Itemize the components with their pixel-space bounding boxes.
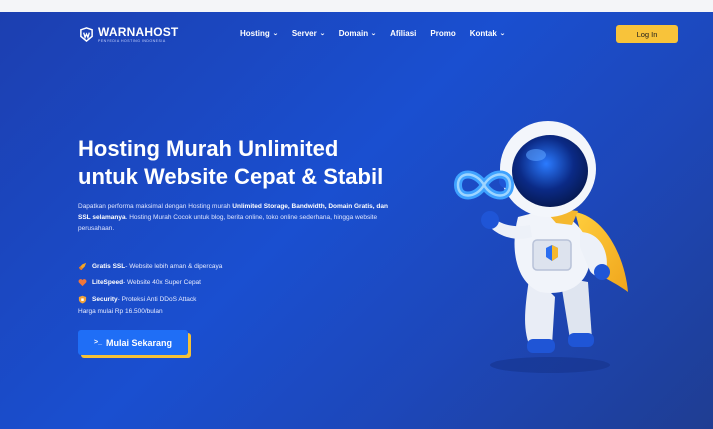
hero-description: Dapatkan performa maksimal dengan Hostin… bbox=[78, 203, 388, 232]
main-menu: Hosting ⌄ Server ⌄ Domain ⌄ Afiliasi Promo … bbox=[240, 29, 519, 38]
feature-item-litespeed: LiteSpeed - Website 40x Super Cepat bbox=[78, 275, 222, 292]
login-button[interactable]: Log In bbox=[616, 25, 678, 43]
nav-item-afiliasi[interactable]: Afiliasi bbox=[390, 29, 416, 38]
nav-item-server[interactable]: Server ⌄ bbox=[292, 29, 325, 38]
brand-logo[interactable]: WARNAHOST PENYEDIA HOSTING INDONESIA bbox=[79, 26, 178, 43]
chevron-down-icon: ⌄ bbox=[370, 31, 377, 37]
rocket-icon bbox=[78, 262, 87, 270]
heart-icon bbox=[78, 279, 87, 287]
chevron-down-icon: ⌄ bbox=[272, 31, 279, 37]
browser-top-strip bbox=[0, 0, 713, 12]
terminal-icon: >_ bbox=[93, 339, 102, 346]
warnahost-logo-icon bbox=[80, 27, 93, 42]
feature-list: Gratis SSL - Website lebih aman & diperc… bbox=[78, 258, 222, 308]
start-now-button[interactable]: >_ Mulai Sekarang bbox=[78, 330, 188, 355]
chevron-down-icon: ⌄ bbox=[499, 31, 506, 37]
nav-item-hosting[interactable]: Hosting ⌄ bbox=[240, 29, 278, 38]
shield-icon bbox=[78, 295, 87, 304]
hero-section: WARNAHOST PENYEDIA HOSTING INDONESIA Hos… bbox=[0, 12, 713, 429]
navbar: WARNAHOST PENYEDIA HOSTING INDONESIA Hos… bbox=[0, 12, 713, 56]
feature-item-security: Security - Proteksi Anti DDoS Attack bbox=[78, 291, 222, 308]
hero-title: Hosting Murah Unlimited untuk Website Ce… bbox=[78, 136, 384, 189]
chevron-down-icon: ⌄ bbox=[319, 31, 326, 37]
brand-name: WARNAHOST bbox=[98, 25, 179, 39]
nav-item-domain[interactable]: Domain ⌄ bbox=[339, 29, 377, 38]
astronaut-illustration bbox=[453, 121, 628, 373]
brand-tagline: PENYEDIA HOSTING INDONESIA bbox=[98, 39, 166, 43]
price-text: Harga mulai Rp 16.500/bulan bbox=[78, 308, 163, 315]
feature-item-ssl: Gratis SSL - Website lebih aman & diperc… bbox=[78, 258, 222, 275]
nav-item-kontak[interactable]: Kontak ⌄ bbox=[470, 29, 506, 38]
nav-item-promo[interactable]: Promo bbox=[430, 29, 455, 38]
